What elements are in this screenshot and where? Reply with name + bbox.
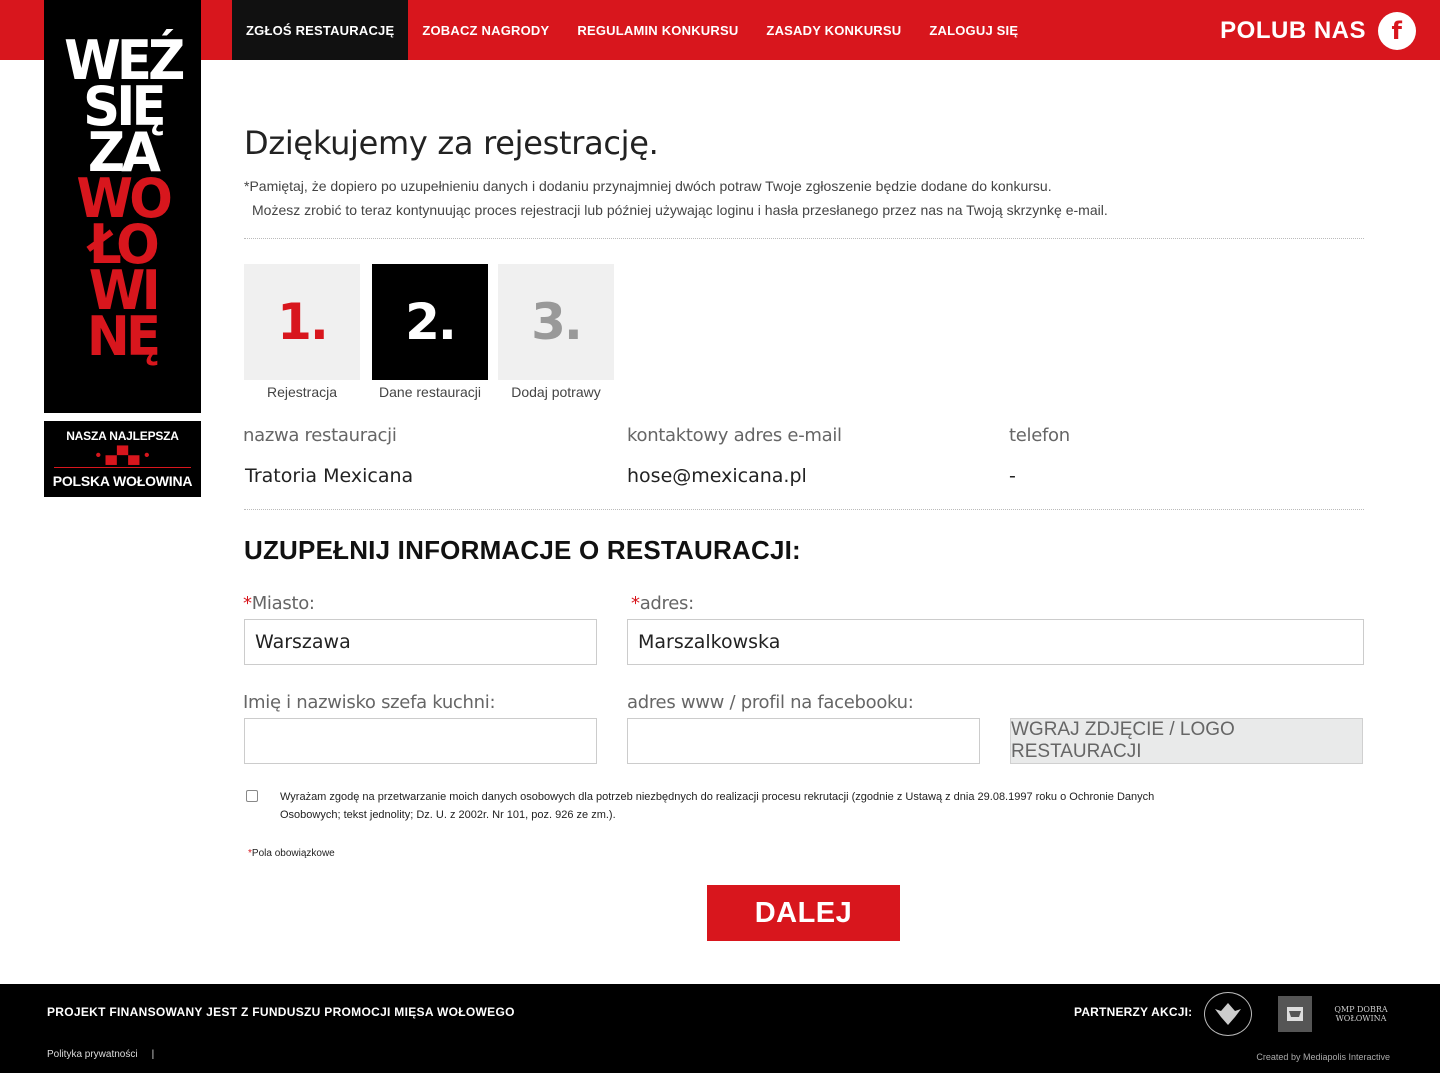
divider <box>244 238 1364 239</box>
note-line-2: Możesz zrobić to teraz kontynuując proce… <box>252 202 1108 218</box>
page-title: Dziękujemy za rejestrację. <box>244 124 659 162</box>
footer-links: Polityka prywatności | <box>47 1049 154 1060</box>
address-label: *adres: <box>631 593 694 614</box>
required-mark: * <box>243 593 252 614</box>
restaurant-name-label: nazwa restauracji <box>243 425 397 446</box>
facebook-icon[interactable]: f <box>1378 12 1416 50</box>
badge-bottom-text: POLSKA WOŁOWINA <box>52 473 193 489</box>
nav-item-prizes[interactable]: ZOBACZ NAGRODY <box>408 0 563 60</box>
note-line-1: *Pamiętaj, że dopiero po uzupełnieniu da… <box>244 178 1052 194</box>
credit-text[interactable]: Created by Mediapolis Interactive <box>1256 1052 1390 1062</box>
nav-item-login[interactable]: ZALOGUJ SIĘ <box>915 0 1032 60</box>
main-nav: ZGŁOŚ RESTAURACJĘ ZOBACZ NAGRODY REGULAM… <box>232 0 1032 60</box>
address-input[interactable]: Marszalkowska <box>627 619 1364 665</box>
footer: PROJEKT FINANSOWANY JEST Z FUNDUSZU PROM… <box>0 984 1440 1073</box>
farmers-emblem-icon <box>1287 1007 1303 1021</box>
nav-item-rules[interactable]: REGULAMIN KONKURSU <box>563 0 752 60</box>
step-restaurant-data[interactable]: 2. Dane restauracji <box>372 264 488 400</box>
divider <box>244 509 1364 510</box>
cow-icon: • ▄▀▄ • <box>95 447 150 464</box>
upload-logo-button[interactable]: WGRAJ ZDJĘCIE / LOGO RESTAURACJI <box>1010 718 1363 764</box>
phone-value: - <box>1009 465 1016 487</box>
step-registration[interactable]: 1. Rejestracja <box>244 264 360 400</box>
association-emblem-icon <box>1215 1003 1241 1025</box>
nav-item-principles[interactable]: ZASADY KONKURSU <box>752 0 915 60</box>
required-note-text: Pola obowiązkowe <box>251 848 335 859</box>
step-number: 3. <box>498 264 614 380</box>
partner-logo-qmp[interactable]: QMP DOBRA WOŁOWINA <box>1332 996 1390 1032</box>
step-number: 2. <box>372 264 488 380</box>
city-label: *Miasto: <box>243 593 315 614</box>
consent-text: Wyrażam zgodę na przetwarzanie moich dan… <box>280 791 1155 821</box>
phone-label: telefon <box>1009 425 1070 446</box>
registration-note: *Pamiętaj, że dopiero po uzupełnieniu da… <box>244 174 1108 222</box>
step-label: Dane restauracji <box>379 384 481 400</box>
polish-beef-badge: NASZA NAJLEPSZA • ▄▀▄ • POLSKA WOŁOWINA <box>44 421 201 497</box>
email-label: kontaktowy adres e-mail <box>627 425 842 446</box>
city-label-text: Miasto: <box>251 593 315 614</box>
consent-checkbox[interactable] <box>246 790 258 802</box>
badge-top-text: NASZA NAJLEPSZA <box>66 429 179 443</box>
registration-steps: 1. Rejestracja 2. Dane restauracji 3. Do… <box>244 264 614 400</box>
consent-row: Wyrażam zgodę na przetwarzanie moich dan… <box>246 788 1200 824</box>
step-label: Rejestracja <box>266 384 338 400</box>
like-us[interactable]: POLUB NAS f <box>1220 12 1416 50</box>
email-value: hose@mexicana.pl <box>627 465 807 487</box>
chef-name-input[interactable] <box>244 718 597 764</box>
footer-separator: | <box>151 1049 155 1060</box>
nav-item-submit-restaurant[interactable]: ZGŁOŚ RESTAURACJĘ <box>232 0 409 60</box>
restaurant-name-value: Tratoria Mexicana <box>245 465 414 487</box>
partner-logo-farmers[interactable] <box>1278 996 1312 1032</box>
partners-label: PARTNERZY AKCJI: <box>1074 1005 1193 1019</box>
next-button[interactable]: DALEJ <box>707 885 900 941</box>
website-label: adres www / profil na facebooku: <box>627 692 914 713</box>
logo-line: NĘ <box>87 305 161 368</box>
city-input[interactable]: Warszawa <box>244 619 597 665</box>
address-label-text: adres: <box>639 593 694 614</box>
step-label: Dodaj potrawy <box>511 384 601 400</box>
privacy-policy-link[interactable]: Polityka prywatności <box>47 1049 138 1060</box>
website-input[interactable] <box>627 718 980 764</box>
section-title: UZUPEŁNIJ INFORMACJE O RESTAURACJI: <box>244 535 801 565</box>
badge-divider <box>54 467 191 468</box>
step-number: 1. <box>244 264 360 380</box>
required-fields-note: *Pola obowiązkowe <box>248 848 335 859</box>
required-mark: * <box>631 593 640 614</box>
chef-name-label: Imię i nazwisko szefa kuchni: <box>243 692 496 713</box>
campaign-logo[interactable]: WEŹ SIĘ ZA WO ŁO WI NĘ <box>44 0 201 413</box>
step-add-dishes[interactable]: 3. Dodaj potrawy <box>498 264 614 400</box>
partner-logo-association[interactable] <box>1204 992 1252 1036</box>
like-us-label[interactable]: POLUB NAS <box>1220 17 1366 45</box>
funding-note: PROJEKT FINANSOWANY JEST Z FUNDUSZU PROM… <box>47 1005 515 1019</box>
